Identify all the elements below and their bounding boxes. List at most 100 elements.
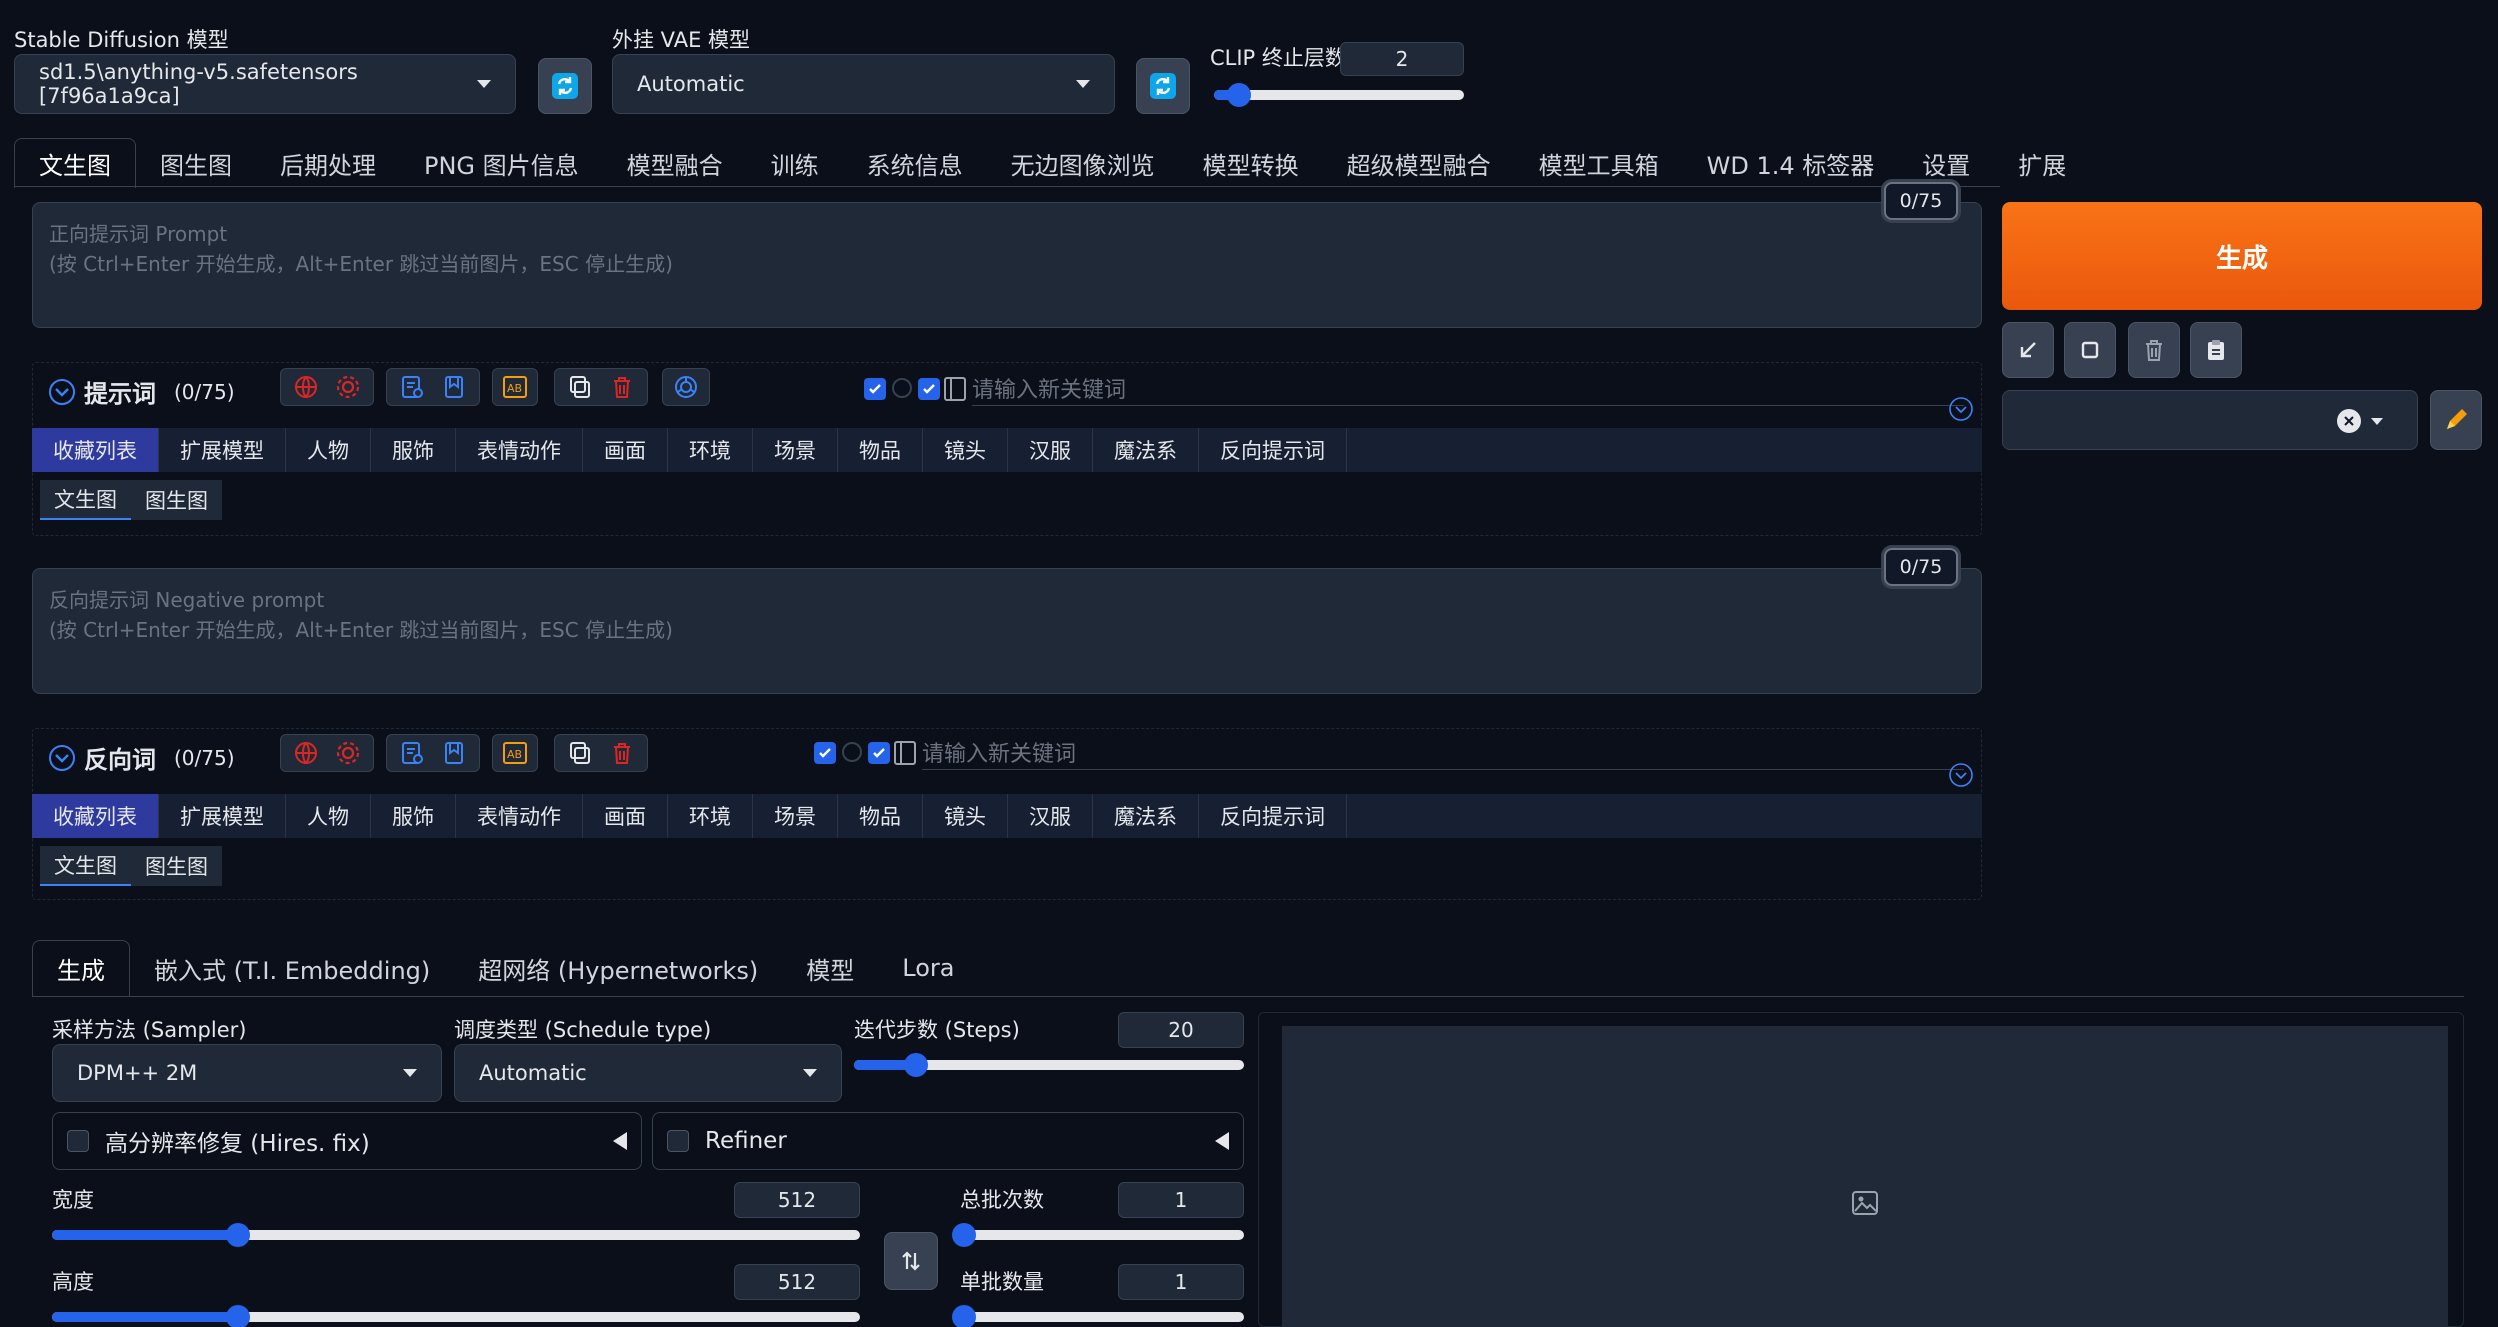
settings-tab-2[interactable]: 超网络 (Hypernetworks) — [454, 940, 782, 996]
prompt-panel-header[interactable]: 提示词 (0/75) — [48, 374, 235, 409]
restore-params-button[interactable] — [2002, 322, 2054, 378]
tab-8[interactable]: 模型转换 — [1179, 138, 1323, 188]
ai-assist-button[interactable] — [662, 368, 710, 406]
panel-toggle-icon[interactable] — [894, 741, 916, 765]
tab-11[interactable]: WD 1.4 标签器 — [1683, 138, 1899, 188]
prompt-textarea[interactable]: 正向提示词 Prompt (按 Ctrl+Enter 开始生成，Alt+Ente… — [32, 202, 1982, 328]
trash-icon[interactable] — [609, 740, 635, 766]
gear-icon[interactable] — [335, 374, 361, 400]
tab-4[interactable]: 模型融合 — [603, 138, 747, 188]
negative-option-checkbox-2[interactable] — [868, 742, 890, 764]
keyword-tab-8[interactable]: 物品 — [838, 794, 923, 838]
tab-10[interactable]: 模型工具箱 — [1515, 138, 1683, 188]
keyword-tab-7[interactable]: 场景 — [753, 794, 838, 838]
styles-dropdown[interactable] — [2002, 390, 2418, 450]
ab-compare-button[interactable]: AB — [492, 368, 538, 406]
keyword-tab-9[interactable]: 镜头 — [923, 428, 1008, 472]
keyword-tab-3[interactable]: 服饰 — [371, 794, 456, 838]
settings-tab-4[interactable]: Lora — [878, 940, 978, 996]
edit-styles-button[interactable] — [2430, 390, 2482, 450]
clear-x-icon[interactable] — [2337, 409, 2361, 433]
keyword-tab-11[interactable]: 魔法系 — [1093, 794, 1199, 838]
bookmark-icon[interactable] — [441, 740, 467, 766]
gear-icon[interactable] — [335, 740, 361, 766]
keyword-tab-0[interactable]: 收藏列表 — [32, 794, 159, 838]
tab-9[interactable]: 超级模型融合 — [1323, 138, 1515, 188]
slider-knob[interactable] — [952, 1223, 976, 1247]
settings-tab-1[interactable]: 嵌入式 (T.I. Embedding) — [130, 940, 454, 996]
clear-prompt-button[interactable] — [2128, 322, 2180, 378]
generate-button[interactable]: 生成 — [2002, 202, 2482, 310]
slider-knob[interactable] — [904, 1053, 929, 1077]
keyword-tab-2[interactable]: 人物 — [286, 428, 371, 472]
sub-tab-0[interactable]: 文生图 — [40, 480, 131, 520]
clear-square-button[interactable] — [2064, 322, 2116, 378]
batch-size-slider[interactable] — [952, 1305, 1244, 1327]
tab-7[interactable]: 无边图像浏览 — [987, 138, 1179, 188]
keyword-tab-1[interactable]: 扩展模型 — [159, 428, 286, 472]
steps-slider[interactable] — [854, 1053, 1244, 1077]
refresh-vae-button[interactable] — [1136, 58, 1190, 114]
slider-knob[interactable] — [952, 1305, 976, 1327]
negative-prompt-textarea[interactable]: 反向提示词 Negative prompt (按 Ctrl+Enter 开始生成… — [32, 568, 1982, 694]
batch-count-number-input[interactable]: 1 — [1118, 1182, 1244, 1218]
height-number-input[interactable]: 512 — [734, 1264, 860, 1300]
keyword-tab-5[interactable]: 画面 — [583, 428, 668, 472]
keyword-tab-10[interactable]: 汉服 — [1008, 794, 1093, 838]
sub-tab-1[interactable]: 图生图 — [131, 480, 222, 520]
width-number-input[interactable]: 512 — [734, 1182, 860, 1218]
sub-tab-1[interactable]: 图生图 — [131, 846, 222, 886]
slider-knob[interactable] — [1227, 83, 1251, 107]
history-list-icon[interactable] — [399, 740, 425, 766]
tab-13[interactable]: 扩展 — [1994, 138, 2090, 188]
tab-6[interactable]: 系统信息 — [843, 138, 987, 188]
prompt-keyword-input[interactable]: 请输入新关键词 — [972, 370, 1964, 406]
slider-knob[interactable] — [225, 1305, 250, 1327]
sampler-dropdown[interactable]: DPM++ 2M — [52, 1044, 442, 1102]
prompt-option-checkbox-1[interactable] — [864, 378, 886, 400]
keyword-tab-12[interactable]: 反向提示词 — [1199, 428, 1347, 472]
prompt-option-checkbox-2[interactable] — [918, 378, 940, 400]
keyword-tab-9[interactable]: 镜头 — [923, 794, 1008, 838]
keyword-tab-0[interactable]: 收藏列表 — [32, 428, 159, 472]
refiner-checkbox[interactable] — [667, 1130, 689, 1152]
expand-icon[interactable] — [1948, 396, 1974, 426]
keyword-tab-8[interactable]: 物品 — [838, 428, 923, 472]
keyword-tab-10[interactable]: 汉服 — [1008, 428, 1093, 472]
paste-style-button[interactable] — [2190, 322, 2242, 378]
hires-fix-accordion[interactable]: 高分辨率修复 (Hires. fix) — [52, 1112, 642, 1170]
height-slider[interactable] — [52, 1305, 860, 1327]
schedule-dropdown[interactable]: Automatic — [454, 1044, 842, 1102]
keyword-tab-12[interactable]: 反向提示词 — [1199, 794, 1347, 838]
tab-5[interactable]: 训练 — [747, 138, 843, 188]
copy-icon[interactable] — [567, 740, 593, 766]
panel-toggle-icon[interactable] — [944, 377, 966, 401]
steps-number-input[interactable]: 20 — [1118, 1012, 1244, 1048]
keyword-tab-4[interactable]: 表情动作 — [456, 428, 583, 472]
globe-icon[interactable] — [293, 374, 319, 400]
keyword-tab-11[interactable]: 魔法系 — [1093, 428, 1199, 472]
vae-dropdown[interactable]: Automatic — [612, 54, 1115, 114]
refiner-accordion[interactable]: Refiner — [652, 1112, 1244, 1170]
width-slider[interactable] — [52, 1223, 860, 1247]
negative-option-checkbox-1[interactable] — [814, 742, 836, 764]
clip-number-input[interactable]: 2 — [1340, 42, 1464, 76]
keyword-tab-5[interactable]: 画面 — [583, 794, 668, 838]
settings-tab-3[interactable]: 模型 — [782, 940, 878, 996]
hires-fix-checkbox[interactable] — [67, 1130, 89, 1152]
bookmark-icon[interactable] — [441, 374, 467, 400]
batch-count-slider[interactable] — [952, 1223, 1244, 1247]
slider-knob[interactable] — [225, 1223, 250, 1247]
keyword-tab-6[interactable]: 环境 — [668, 794, 753, 838]
keyword-tab-4[interactable]: 表情动作 — [456, 794, 583, 838]
keyword-tab-1[interactable]: 扩展模型 — [159, 794, 286, 838]
ab-compare-button[interactable]: AB — [492, 734, 538, 772]
clip-slider[interactable] — [1214, 83, 1464, 107]
negative-keyword-input[interactable]: 请输入新关键词 — [922, 734, 1964, 770]
expand-icon[interactable] — [1948, 762, 1974, 792]
tab-2[interactable]: 后期处理 — [256, 138, 400, 188]
trash-icon[interactable] — [609, 374, 635, 400]
tab-0[interactable]: 文生图 — [14, 138, 136, 188]
tab-1[interactable]: 图生图 — [136, 138, 256, 188]
copy-icon[interactable] — [567, 374, 593, 400]
